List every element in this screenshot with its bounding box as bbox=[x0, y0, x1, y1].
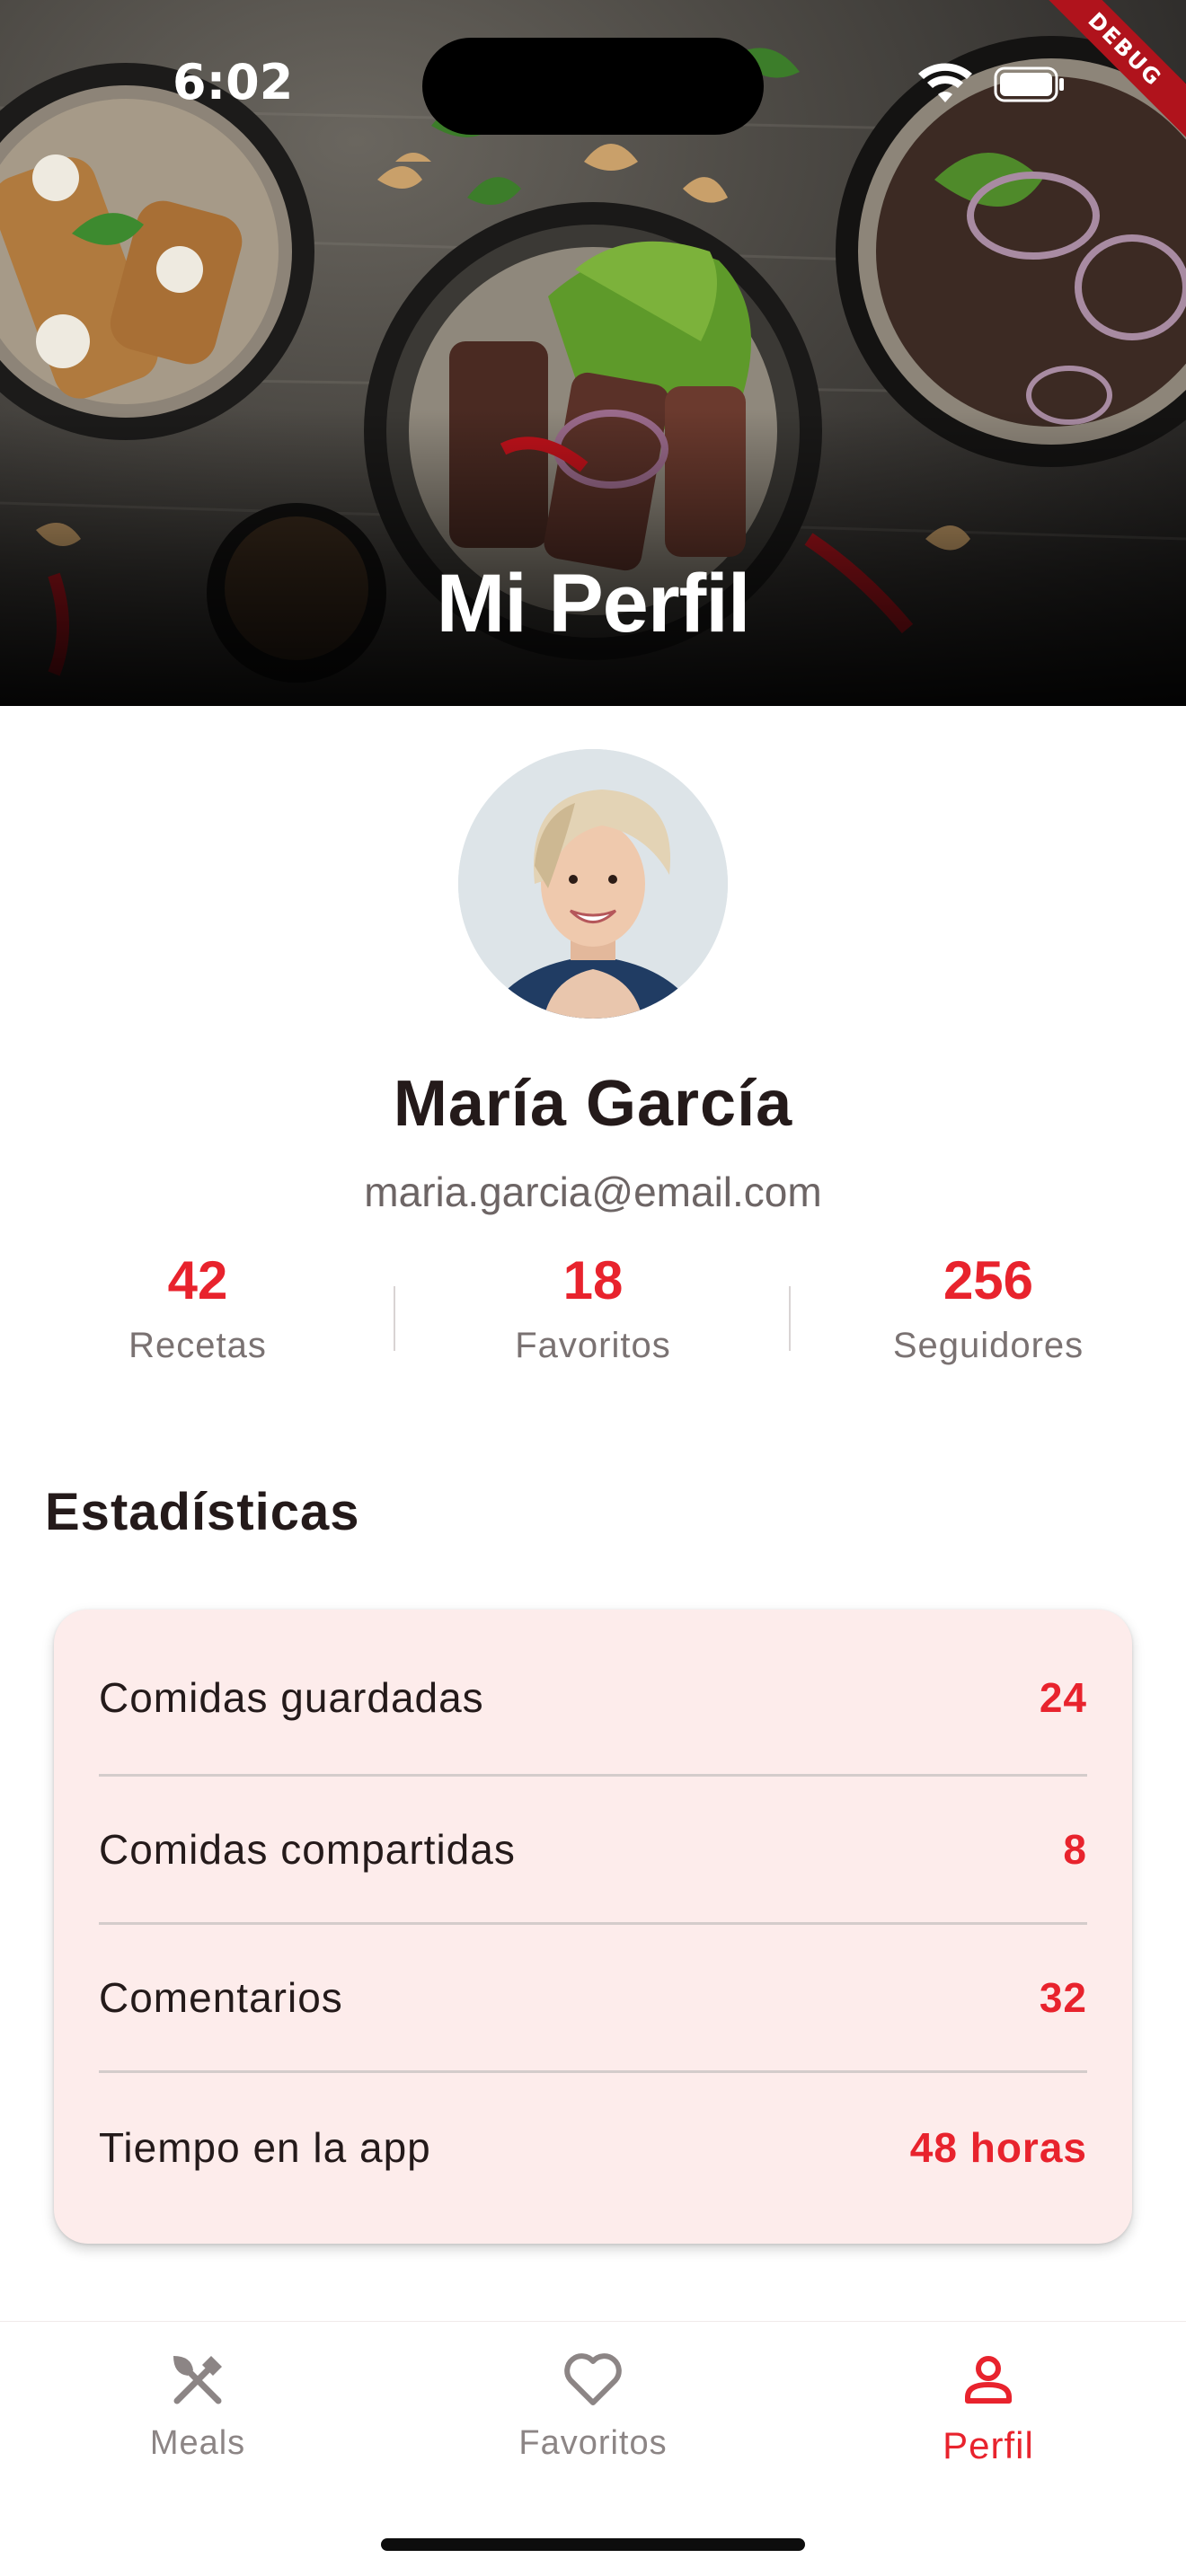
stat-value: 18 bbox=[562, 1250, 624, 1310]
battery-icon bbox=[994, 66, 1064, 102]
stat-divider bbox=[789, 1286, 791, 1351]
statistics-row-value: 8 bbox=[1063, 1826, 1087, 1873]
profile-name: María García bbox=[393, 1068, 793, 1140]
statistics-row-label: Tiempo en la app bbox=[99, 2123, 431, 2171]
stat-recetas[interactable]: 42 Recetas bbox=[0, 1248, 395, 1366]
statistics-row: Tiempo en la app 48 horas bbox=[99, 2073, 1087, 2221]
home-indicator bbox=[381, 2538, 805, 2551]
statistics-row-value: 24 bbox=[1039, 1673, 1087, 1721]
statistics-row: Comentarios 32 bbox=[99, 1925, 1087, 2073]
stat-value: 42 bbox=[167, 1250, 228, 1310]
wifi-icon bbox=[918, 63, 972, 102]
fork-knife-icon bbox=[173, 2356, 222, 2404]
statistics-card: Comidas guardadas 24 Comidas compartidas… bbox=[54, 1610, 1132, 2244]
avatar[interactable] bbox=[458, 749, 728, 1019]
nav-item-favoritos[interactable]: Favoritos bbox=[395, 2349, 791, 2483]
status-time: 6:02 bbox=[173, 54, 294, 110]
statistics-title: Estadísticas bbox=[45, 1483, 360, 1541]
heart-icon bbox=[564, 2353, 622, 2405]
stat-value: 256 bbox=[943, 1250, 1034, 1310]
stat-label: Seguidores bbox=[892, 1326, 1084, 1365]
nav-label: Favoritos bbox=[518, 2424, 668, 2462]
page-title: Mi Perfil bbox=[436, 558, 751, 649]
stat-label: Recetas bbox=[128, 1326, 267, 1365]
nav-label: Perfil bbox=[943, 2424, 1034, 2466]
statistics-row: Comidas guardadas 24 bbox=[99, 1610, 1087, 1777]
person-icon bbox=[965, 2356, 1012, 2404]
stat-label: Favoritos bbox=[515, 1326, 671, 1365]
stat-seguidores[interactable]: 256 Seguidores bbox=[791, 1248, 1186, 1366]
dynamic-island bbox=[422, 38, 764, 135]
stat-favoritos[interactable]: 18 Favoritos bbox=[395, 1248, 791, 1366]
statistics-row-label: Comidas compartidas bbox=[99, 1826, 516, 1873]
statistics-row-value: 32 bbox=[1039, 1974, 1087, 2021]
status-icons bbox=[916, 63, 1069, 112]
profile-stats: 42 Recetas 18 Favoritos 256 Seguidores bbox=[0, 1248, 1186, 1392]
statistics-row-label: Comentarios bbox=[99, 1974, 343, 2021]
profile-photo bbox=[458, 749, 728, 1019]
statistics-row: Comidas compartidas 8 bbox=[99, 1777, 1087, 1925]
statistics-row-value: 48 horas bbox=[909, 2123, 1087, 2171]
profile-email: maria.garcia@email.com bbox=[364, 1169, 822, 1215]
stat-divider bbox=[394, 1286, 395, 1351]
nav-label: Meals bbox=[149, 2424, 246, 2462]
nav-item-perfil[interactable]: Perfil bbox=[791, 2349, 1186, 2483]
statistics-row-label: Comidas guardadas bbox=[99, 1673, 484, 1721]
nav-item-meals[interactable]: Meals bbox=[0, 2349, 395, 2483]
